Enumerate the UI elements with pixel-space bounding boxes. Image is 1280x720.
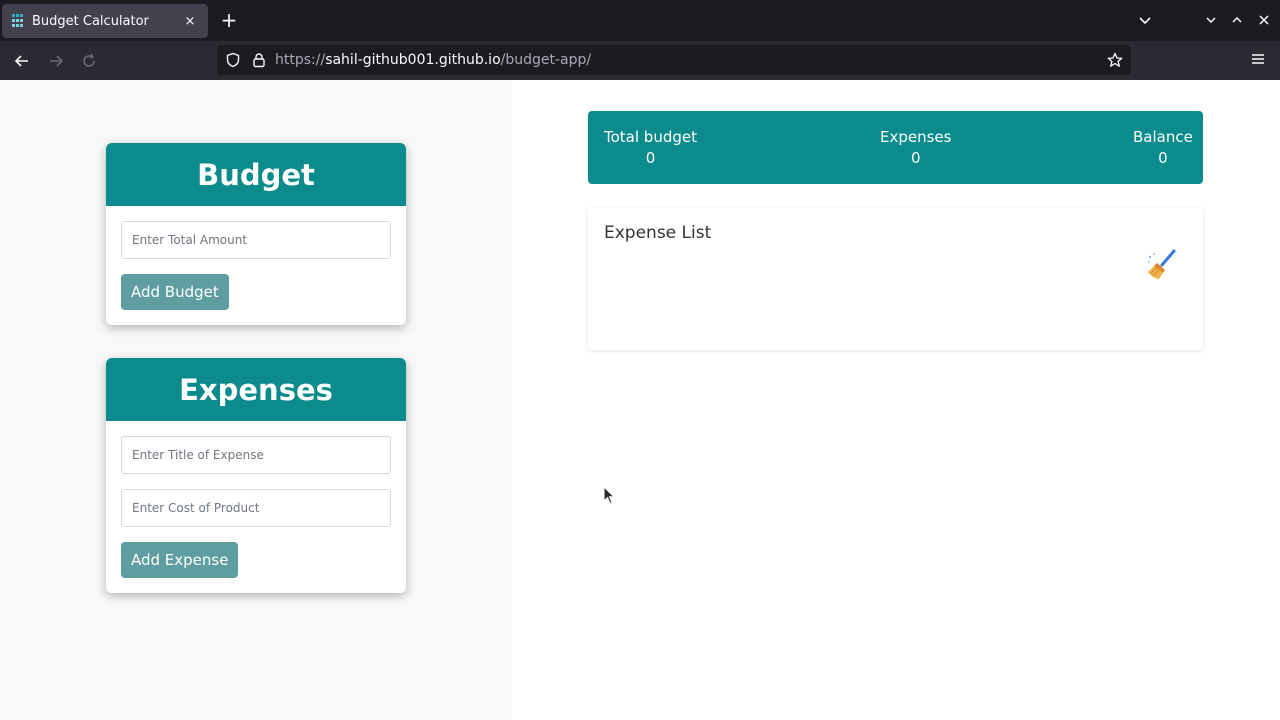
reload-icon: [83, 53, 95, 67]
expenses-heading: Expenses: [179, 372, 333, 407]
shield-icon[interactable]: [223, 50, 243, 70]
tab-title: Budget Calculator: [32, 13, 149, 29]
total-budget-label: Total budget: [604, 128, 697, 146]
total-amount-input[interactable]: [121, 221, 391, 259]
budget-heading: Budget: [197, 157, 315, 192]
expenses-card-body: Add Expense: [106, 421, 406, 593]
tab-bar: Budget Calculator × +: [0, 0, 1280, 41]
expenses-total-label: Expenses: [880, 128, 952, 146]
expense-list-title: Expense List: [604, 223, 712, 243]
expense-list-panel: Expense List: [588, 208, 1203, 350]
mouse-cursor-icon: [603, 486, 616, 505]
minimize-icon: [1206, 17, 1216, 24]
list-all-tabs-button[interactable]: [1134, 8, 1156, 32]
budget-card: Budget Add Budget: [106, 143, 406, 325]
budget-card-body: Add Budget: [106, 206, 406, 325]
expenses-total-value: 0: [910, 149, 921, 167]
bookmark-star-button[interactable]: [1105, 50, 1125, 70]
balance-value: 0: [1158, 149, 1168, 167]
calculator-favicon-icon: [12, 14, 24, 28]
hamburger-menu-icon: [1252, 54, 1264, 64]
maximize-button[interactable]: [1226, 8, 1248, 32]
star-icon: [1107, 52, 1123, 67]
expenses-card-header: Expenses: [106, 358, 406, 421]
add-budget-button[interactable]: Add Budget: [121, 274, 229, 310]
minimize-button[interactable]: [1200, 8, 1222, 32]
browser-tab[interactable]: Budget Calculator ×: [2, 4, 208, 38]
summary-bar: Total budget 0 Expenses 0 Balance 0: [588, 111, 1203, 184]
balance-label: Balance: [1133, 128, 1193, 146]
page-content: Budget Add Budget Expenses Add Expense T…: [0, 80, 1280, 720]
add-expense-button[interactable]: Add Expense: [121, 542, 239, 578]
close-window-icon: [1259, 15, 1269, 25]
tab-close-icon[interactable]: ×: [182, 14, 198, 29]
total-budget-summary: Total budget 0: [604, 128, 697, 167]
expense-title-input[interactable]: [121, 436, 391, 474]
forward-button[interactable]: [44, 49, 68, 73]
expense-cost-input[interactable]: [121, 489, 391, 527]
close-window-button[interactable]: [1253, 8, 1275, 32]
lock-icon[interactable]: [249, 50, 269, 70]
url-text[interactable]: https://sahil-github001.github.io/budget…: [275, 52, 591, 68]
app-menu-button[interactable]: [1248, 49, 1268, 69]
balance-summary: Balance 0: [1133, 128, 1193, 167]
reload-button[interactable]: [77, 49, 101, 73]
maximize-icon: [1232, 16, 1242, 23]
total-budget-value: 0: [645, 149, 656, 167]
back-arrow-icon: [14, 55, 28, 67]
chevron-down-icon: [1139, 17, 1151, 25]
expenses-summary: Expenses 0: [880, 128, 951, 167]
new-tab-button[interactable]: +: [218, 8, 240, 32]
expenses-card: Expenses Add Expense: [106, 358, 406, 593]
forward-arrow-icon: [50, 55, 64, 67]
broom-icon[interactable]: [1145, 248, 1179, 282]
url-bar[interactable]: https://sahil-github001.github.io/budget…: [217, 45, 1131, 75]
back-button[interactable]: [10, 49, 34, 73]
budget-card-header: Budget: [106, 143, 406, 206]
